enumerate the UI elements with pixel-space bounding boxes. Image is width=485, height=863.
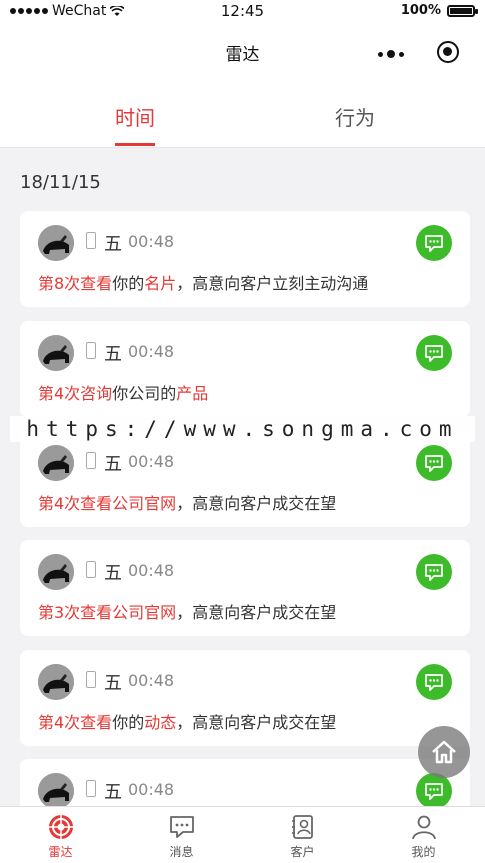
- highlight-text: 第4次查看: [38, 713, 113, 732]
- card-time: 00:48: [128, 780, 175, 799]
- more-icon[interactable]: [378, 50, 404, 58]
- activity-card[interactable]: 五 00:48 第4次查看公司官网，高意向客户成交在望: [20, 431, 470, 527]
- home-button[interactable]: [418, 726, 470, 778]
- battery-percent: 100%: [400, 3, 441, 18]
- watermark: https://www.songma.com: [10, 416, 475, 442]
- customer-avatar: [38, 554, 74, 590]
- tab-profile-label: 我的: [411, 845, 436, 859]
- customer-avatar: [38, 445, 74, 481]
- phone-icon: [86, 452, 96, 469]
- card-message: 第4次查看公司官网，高意向客户成交在望: [38, 490, 336, 514]
- activity-card[interactable]: 五 00:48 第4次查看你的动态，高意向客户成交在望: [20, 650, 470, 746]
- customer-avatar: [38, 335, 74, 371]
- chat-icon: [425, 235, 443, 252]
- nav-bar: 雷达: [0, 24, 485, 80]
- highlight-text: 产品: [176, 384, 209, 403]
- tab-profile[interactable]: 我的: [363, 813, 484, 860]
- card-weekday: 五: [104, 782, 122, 803]
- chat-icon: [425, 674, 443, 691]
- card-time: 00:48: [128, 561, 175, 580]
- tab-customers-label: 客户: [290, 845, 315, 859]
- message-text: ，高意向客户成交在望: [176, 494, 337, 513]
- chat-button[interactable]: [416, 773, 452, 809]
- message-text: ，高意向客户成交在望: [176, 603, 337, 622]
- message-text: 你公司的: [112, 384, 177, 403]
- card-time: 00:48: [128, 342, 175, 361]
- chat-button[interactable]: [416, 554, 452, 590]
- chat-button[interactable]: [416, 335, 452, 371]
- highlight-text: 动态: [144, 713, 177, 732]
- tab-time[interactable]: 时间: [14, 102, 256, 131]
- close-miniprogram-icon[interactable]: [437, 41, 459, 63]
- customer-avatar: [38, 773, 74, 809]
- chat-icon: [425, 455, 443, 472]
- card-message: 第3次查看公司官网，高意向客户成交在望: [38, 599, 336, 623]
- activity-card[interactable]: 五 00:48 第3次查看公司官网，高意向客户成交在望: [20, 540, 470, 636]
- chat-button[interactable]: [416, 664, 452, 700]
- tab-bar-top: 时间 行为: [0, 80, 485, 148]
- customer-avatar: [38, 664, 74, 700]
- chat-icon: [425, 783, 443, 800]
- tab-indicator: [115, 143, 155, 146]
- status-bar: WeChat 12:45 100%: [0, 0, 485, 24]
- page-title: 雷达: [225, 45, 260, 65]
- date-header: 18/11/15: [20, 172, 101, 193]
- phone-icon: [86, 342, 96, 359]
- message-text: 你的: [112, 713, 145, 732]
- card-message: 第4次咨询你公司的产品: [38, 380, 208, 404]
- highlight-text: 第4次查看公司官网: [38, 494, 177, 513]
- activity-card[interactable]: 五 00:48 第8次查看你的名片，高意向客户立刻主动沟通: [20, 211, 470, 307]
- chat-button[interactable]: [416, 225, 452, 261]
- chat-icon: [425, 345, 443, 362]
- contacts-icon: [291, 815, 313, 839]
- tab-messages-label: 消息: [169, 845, 194, 859]
- battery-icon: [447, 4, 478, 17]
- tab-behavior[interactable]: 行为: [234, 102, 476, 131]
- tab-messages[interactable]: 消息: [121, 813, 242, 860]
- card-weekday: 五: [104, 234, 122, 255]
- activity-card[interactable]: 五 00:48 第4次咨询你公司的产品: [20, 321, 470, 417]
- bottom-tab-bar: 雷达 消息 客户 我的: [0, 806, 485, 863]
- tab-radar[interactable]: 雷达: [0, 813, 121, 860]
- message-icon: [169, 816, 194, 838]
- card-weekday: 五: [104, 454, 122, 475]
- phone-icon: [86, 232, 96, 249]
- card-message: 第4次查看你的动态，高意向客户成交在望: [38, 709, 336, 733]
- radar-icon: [48, 815, 73, 839]
- profile-icon: [411, 815, 436, 840]
- card-weekday: 五: [104, 344, 122, 365]
- card-time: 00:48: [128, 671, 175, 690]
- chat-button[interactable]: [416, 445, 452, 481]
- customer-avatar: [38, 225, 74, 261]
- message-text: 你的: [112, 274, 145, 293]
- highlight-text: 第3次查看公司官网: [38, 603, 177, 622]
- phone-icon: [86, 561, 96, 578]
- chat-icon: [425, 564, 443, 581]
- phone-icon: [86, 671, 96, 688]
- card-time: 00:48: [128, 232, 175, 251]
- home-icon: [432, 740, 456, 764]
- highlight-text: 第4次咨询: [38, 384, 113, 403]
- tab-radar-label: 雷达: [48, 845, 73, 859]
- highlight-text: 第8次查看: [38, 274, 113, 293]
- tab-customers[interactable]: 客户: [242, 813, 363, 860]
- card-weekday: 五: [104, 563, 122, 584]
- status-right: 100%: [400, 3, 478, 18]
- card-message: 第8次查看你的名片，高意向客户立刻主动沟通: [38, 270, 368, 294]
- card-weekday: 五: [104, 673, 122, 694]
- message-text: ，高意向客户立刻主动沟通: [176, 274, 369, 293]
- highlight-text: 名片: [144, 274, 177, 293]
- message-text: ，高意向客户成交在望: [176, 713, 337, 732]
- phone-icon: [86, 780, 96, 797]
- card-time: 00:48: [128, 452, 175, 471]
